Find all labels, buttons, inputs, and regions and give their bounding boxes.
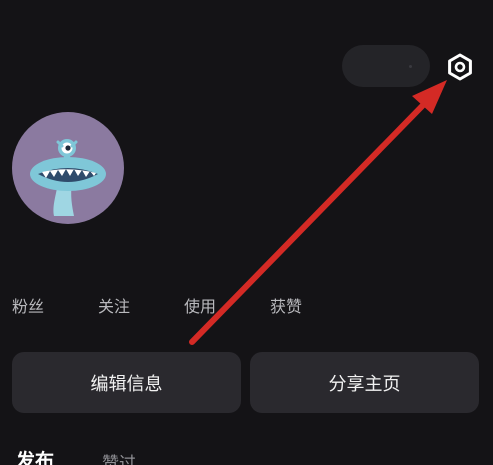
stat-usage[interactable]: 使用 (184, 293, 216, 317)
edit-profile-label: 编辑信息 (90, 373, 163, 395)
settings-button[interactable] (441, 48, 479, 86)
profile-page: 粉丝 关注 使用 获赞 编辑信息 分享主页 发布 赞过 (0, 0, 493, 465)
monster-avatar-icon (30, 139, 106, 216)
stat-likes[interactable]: 获赞 (270, 293, 302, 317)
share-profile-label: 分享主页 (328, 373, 401, 395)
stat-following[interactable]: 关注 (98, 293, 130, 317)
avatar[interactable] (12, 112, 124, 224)
tab-liked[interactable]: 赞过 (102, 449, 136, 465)
stats-row: 粉丝 关注 使用 获赞 (12, 293, 332, 319)
top-pill-button[interactable] (342, 45, 430, 87)
stat-fans[interactable]: 粉丝 (12, 293, 44, 317)
gear-icon (448, 53, 472, 81)
edit-profile-button[interactable]: 编辑信息 (12, 352, 241, 413)
content-tabs: 发布 赞过 (16, 446, 216, 465)
pill-dot (409, 65, 412, 68)
tab-publish[interactable]: 发布 (16, 446, 54, 465)
share-profile-button[interactable]: 分享主页 (250, 352, 479, 413)
